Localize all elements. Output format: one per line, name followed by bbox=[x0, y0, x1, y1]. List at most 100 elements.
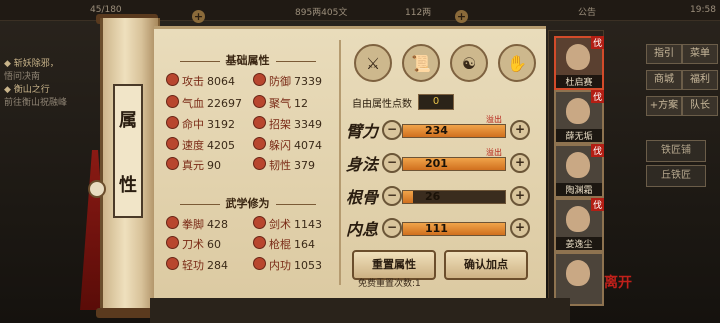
portrait-character[interactable]: 伐 陶渊霜 bbox=[554, 144, 604, 198]
blacksmith-button[interactable]: 铁匠铺 bbox=[646, 140, 706, 162]
shop-button[interactable]: 商城 bbox=[646, 70, 682, 90]
attr-bar-breath: 内息 − 111 + bbox=[346, 218, 536, 240]
attr-fill bbox=[403, 158, 505, 170]
attr-glyph: 臂力 bbox=[346, 122, 379, 141]
attr-track: 201 溢出 bbox=[402, 148, 506, 171]
dodge-icon bbox=[253, 137, 266, 150]
overflow-label: 溢出 bbox=[486, 148, 502, 157]
portrait-character[interactable]: 伐 姜逸尘 bbox=[554, 198, 604, 252]
quest-item-sub: 悟问决南 bbox=[4, 72, 41, 82]
decrease-button[interactable]: − bbox=[382, 218, 402, 238]
decrease-button[interactable]: − bbox=[382, 153, 402, 173]
stat-fist: 拳脚 428 bbox=[166, 216, 228, 232]
quest-panel[interactable]: ◆ 斩妖除邪， 悟问决南 ◆ 衡山之行 前往衡山祝融峰 bbox=[4, 58, 114, 110]
speed-icon bbox=[166, 137, 179, 150]
money-text: 895两405文 bbox=[295, 8, 348, 18]
stat-speed: 速度 4205 bbox=[166, 137, 235, 153]
increase-button[interactable]: + bbox=[510, 186, 530, 206]
attr-glyph: 根骨 bbox=[346, 188, 379, 207]
stat-toughness: 韧性 379 bbox=[253, 157, 315, 173]
neigong-icon bbox=[253, 257, 266, 270]
free-points-value: 0 bbox=[418, 94, 454, 110]
panel-divider bbox=[339, 40, 341, 285]
decrease-button[interactable]: − bbox=[382, 120, 402, 140]
portrait-character[interactable]: 伐 薛无垢 bbox=[554, 90, 604, 144]
stat-dodge: 躲闪 4074 bbox=[253, 137, 322, 153]
blade-icon bbox=[166, 236, 179, 249]
welfare-button[interactable]: 福利 bbox=[682, 70, 718, 90]
notice-button[interactable]: 公告 bbox=[578, 5, 596, 18]
status-badge: 伐 bbox=[590, 90, 604, 103]
spear-icon bbox=[253, 236, 266, 249]
stat-parry: 招架 3349 bbox=[253, 116, 322, 132]
overflow-label: 溢出 bbox=[486, 115, 502, 124]
attr-value: 26 bbox=[425, 190, 441, 203]
increase-button[interactable]: + bbox=[510, 218, 530, 238]
attr-bar-strength: 臂力 − 234 溢出 + bbox=[346, 115, 536, 142]
team-leader-button[interactable]: 队长 bbox=[682, 96, 718, 116]
portrait-name: 杜启赛 bbox=[556, 75, 602, 88]
avatar bbox=[566, 206, 590, 232]
quest-item-sub: 前往衡山祝融峰 bbox=[4, 98, 68, 108]
ribbon-knot-icon bbox=[88, 180, 106, 198]
avatar bbox=[566, 260, 590, 286]
stat-neigong: 内功 1053 bbox=[253, 257, 322, 273]
status-badge: 伐 bbox=[590, 144, 604, 157]
attr-value: 111 bbox=[425, 222, 448, 235]
attr-value: 201 bbox=[425, 157, 448, 170]
juqi-icon bbox=[253, 95, 266, 108]
quest-item-title[interactable]: ◆ 衡山之行 bbox=[4, 84, 114, 97]
scroll-title: 属 性 bbox=[113, 84, 143, 218]
hp-icon bbox=[166, 95, 179, 108]
stat-sword: 剑术 1143 bbox=[253, 216, 322, 232]
menu-button[interactable]: 菜单 bbox=[682, 44, 718, 64]
basic-attrs-title: 基础属性 bbox=[160, 52, 335, 68]
attr-glyph: 内息 bbox=[346, 220, 379, 239]
stat-spear: 枪棍 164 bbox=[253, 236, 315, 252]
avatar bbox=[566, 44, 590, 70]
plan-button[interactable]: +方案 bbox=[646, 96, 682, 116]
free-points-label: 自由属性点数 bbox=[352, 99, 412, 110]
stat-attack: 攻击 8064 bbox=[166, 73, 235, 89]
attr-fill bbox=[403, 223, 505, 235]
blacksmith-npc-button[interactable]: 丘铁匠 bbox=[646, 165, 706, 187]
body-icon[interactable]: ✋ bbox=[498, 44, 536, 82]
stat-hp: 气血 22697 bbox=[166, 95, 242, 111]
attr-bar-agility: 身法 − 201 溢出 + bbox=[346, 148, 536, 175]
stat-hit: 命中 3192 bbox=[166, 116, 235, 132]
stat-qinggong: 轻功 284 bbox=[166, 257, 228, 273]
guide-button[interactable]: 指引 bbox=[646, 44, 682, 64]
attr-track: 26 bbox=[402, 190, 506, 204]
exit-seal-button[interactable]: 离开 bbox=[604, 272, 632, 292]
coin-text: 112两 bbox=[405, 8, 432, 18]
toughness-icon bbox=[253, 157, 266, 170]
strength-icon[interactable]: ⚔ bbox=[354, 44, 392, 82]
parry-icon bbox=[253, 116, 266, 129]
status-badge: 伐 bbox=[590, 36, 604, 49]
portrait-name: 薛无垢 bbox=[556, 129, 602, 142]
avatar bbox=[566, 98, 590, 124]
stat-blade: 刀术 60 bbox=[166, 236, 221, 252]
confirm-points-button[interactable]: 确认加点 bbox=[444, 250, 528, 280]
attack-icon bbox=[166, 73, 179, 86]
decrease-button[interactable]: − bbox=[382, 186, 402, 206]
stat-zhenyuan: 真元 90 bbox=[166, 157, 221, 173]
taiji-icon[interactable]: ☯ bbox=[450, 44, 488, 82]
zhenyuan-icon bbox=[166, 157, 179, 170]
stat-juqi: 聚气 12 bbox=[253, 95, 308, 111]
fist-icon bbox=[166, 216, 179, 229]
attr-fill bbox=[403, 191, 414, 203]
martial-attrs-title: 武学修为 bbox=[160, 195, 335, 211]
portrait-character[interactable]: 伐 杜启赛 bbox=[554, 36, 604, 90]
free-reset-text: 免费重置次数:1 bbox=[358, 279, 421, 289]
defense-icon bbox=[253, 73, 266, 86]
scroll-book-icon[interactable]: 📜 bbox=[402, 44, 440, 82]
hit-icon bbox=[166, 116, 179, 129]
attr-glyph: 身法 bbox=[346, 155, 379, 174]
quest-item-title[interactable]: ◆ 斩妖除邪， bbox=[4, 58, 114, 71]
increase-button[interactable]: + bbox=[510, 153, 530, 173]
increase-button[interactable]: + bbox=[510, 120, 530, 140]
status-badge: 伐 bbox=[590, 198, 604, 211]
qinggong-icon bbox=[166, 257, 179, 270]
scroll-cap-bottom bbox=[96, 308, 158, 318]
